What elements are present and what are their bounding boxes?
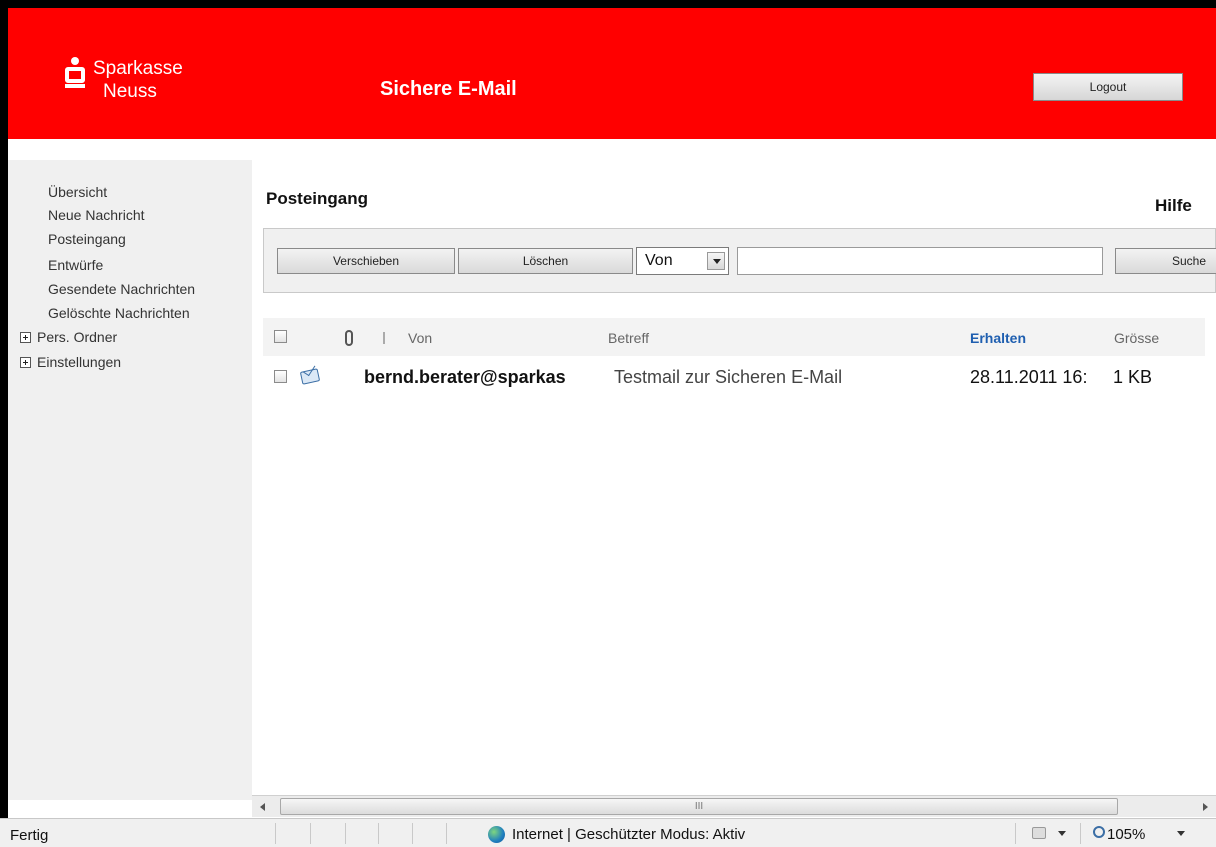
status-divider (378, 823, 379, 844)
move-button[interactable]: Verschieben (277, 248, 455, 274)
status-divider (446, 823, 447, 844)
expand-plus-icon[interactable] (20, 331, 31, 343)
page-title: Posteingang (266, 189, 369, 208)
select-all-checkbox[interactable] (274, 330, 287, 343)
status-divider (310, 823, 311, 844)
table-header: Von Betreff Erhalten Grösse (263, 318, 1205, 356)
toolbar: Verschieben Löschen Von Suche (263, 228, 1216, 293)
security-zone[interactable]: Internet | Geschützter Modus: Aktiv (488, 826, 745, 843)
status-divider (1015, 823, 1016, 844)
protected-mode-icon[interactable] (1032, 827, 1046, 839)
scrollbar-thumb[interactable]: III (280, 798, 1118, 815)
delete-button[interactable]: Löschen (458, 248, 633, 274)
cell-size: 1 KB (1113, 367, 1153, 387)
logo-line-1: Sparkasse (93, 58, 183, 79)
chevron-down-icon[interactable] (1177, 831, 1185, 836)
expand-plus-icon[interactable] (20, 356, 31, 368)
sidebar-folder-personal[interactable]: Pers. Ordner (20, 329, 117, 345)
cell-subject[interactable]: Testmail zur Sicheren E-Mail (614, 367, 964, 388)
sparkasse-logo[interactable]: Sparkasse Neuss (65, 57, 183, 103)
help-link[interactable]: Hilfe (1155, 196, 1192, 216)
logo-line-2: Neuss (103, 81, 157, 102)
search-field-select[interactable]: Von (636, 247, 729, 275)
sidebar-item-drafts[interactable]: Entwürfe (48, 257, 103, 273)
sidebar-item-sent[interactable]: Gesendete Nachrichten (48, 281, 195, 297)
sidebar-folder-label: Einstellungen (37, 354, 122, 370)
app-title: Sichere E-Mail (380, 78, 517, 100)
column-header-received[interactable]: Erhalten (970, 330, 1026, 346)
sparkasse-s-icon (65, 57, 85, 88)
column-header-subject[interactable]: Betreff (608, 330, 649, 346)
cell-from[interactable]: bernd.berater@sparkas (364, 367, 604, 388)
sidebar-item-overview[interactable]: Übersicht (48, 184, 107, 200)
attachment-icon[interactable] (345, 330, 353, 346)
search-input[interactable] (737, 247, 1103, 275)
globe-icon (488, 826, 505, 843)
chevron-down-icon[interactable] (707, 252, 725, 270)
scroll-right-icon[interactable] (1203, 803, 1208, 811)
table-row[interactable]: bernd.berater@sparkas Testmail zur Siche… (263, 362, 1205, 394)
envelope-icon (299, 368, 321, 385)
column-header-size[interactable]: Grösse (1114, 330, 1159, 346)
zoom-level[interactable]: 105% (1107, 826, 1145, 843)
sidebar-item-inbox[interactable]: Posteingang (48, 231, 126, 247)
row-checkbox[interactable] (274, 370, 287, 383)
status-divider (345, 823, 346, 844)
status-bar: Fertig Internet | Geschützter Modus: Akt… (0, 818, 1216, 847)
status-divider (275, 823, 276, 844)
scroll-left-icon[interactable] (260, 803, 265, 811)
chevron-down-icon[interactable] (1058, 831, 1066, 836)
security-zone-label: Internet | Geschützter Modus: Aktiv (512, 826, 746, 843)
sidebar-item-deleted[interactable]: Gelöschte Nachrichten (48, 305, 190, 321)
status-text: Fertig (10, 827, 49, 844)
logout-button[interactable]: Logout (1033, 73, 1183, 101)
column-header-from[interactable]: Von (408, 330, 432, 346)
status-divider (412, 823, 413, 844)
status-divider (1080, 823, 1081, 844)
search-field-value: Von (645, 252, 673, 269)
sidebar-item-new-message[interactable]: Neue Nachricht (48, 207, 145, 223)
sidebar-folder-settings[interactable]: Einstellungen (20, 354, 121, 370)
app-header: Sparkasse Neuss Sichere E-Mail Logout (8, 8, 1216, 139)
priority-icon[interactable] (383, 332, 385, 344)
search-button[interactable]: Suche (1115, 248, 1216, 274)
sidebar-folder-label: Pers. Ordner (37, 329, 118, 345)
horizontal-scrollbar[interactable]: III (252, 795, 1216, 817)
sidebar: Übersicht Neue Nachricht Posteingang Ent… (8, 160, 252, 800)
cell-received: 28.11.2011 16: (970, 367, 1088, 387)
zoom-icon[interactable] (1093, 826, 1105, 838)
